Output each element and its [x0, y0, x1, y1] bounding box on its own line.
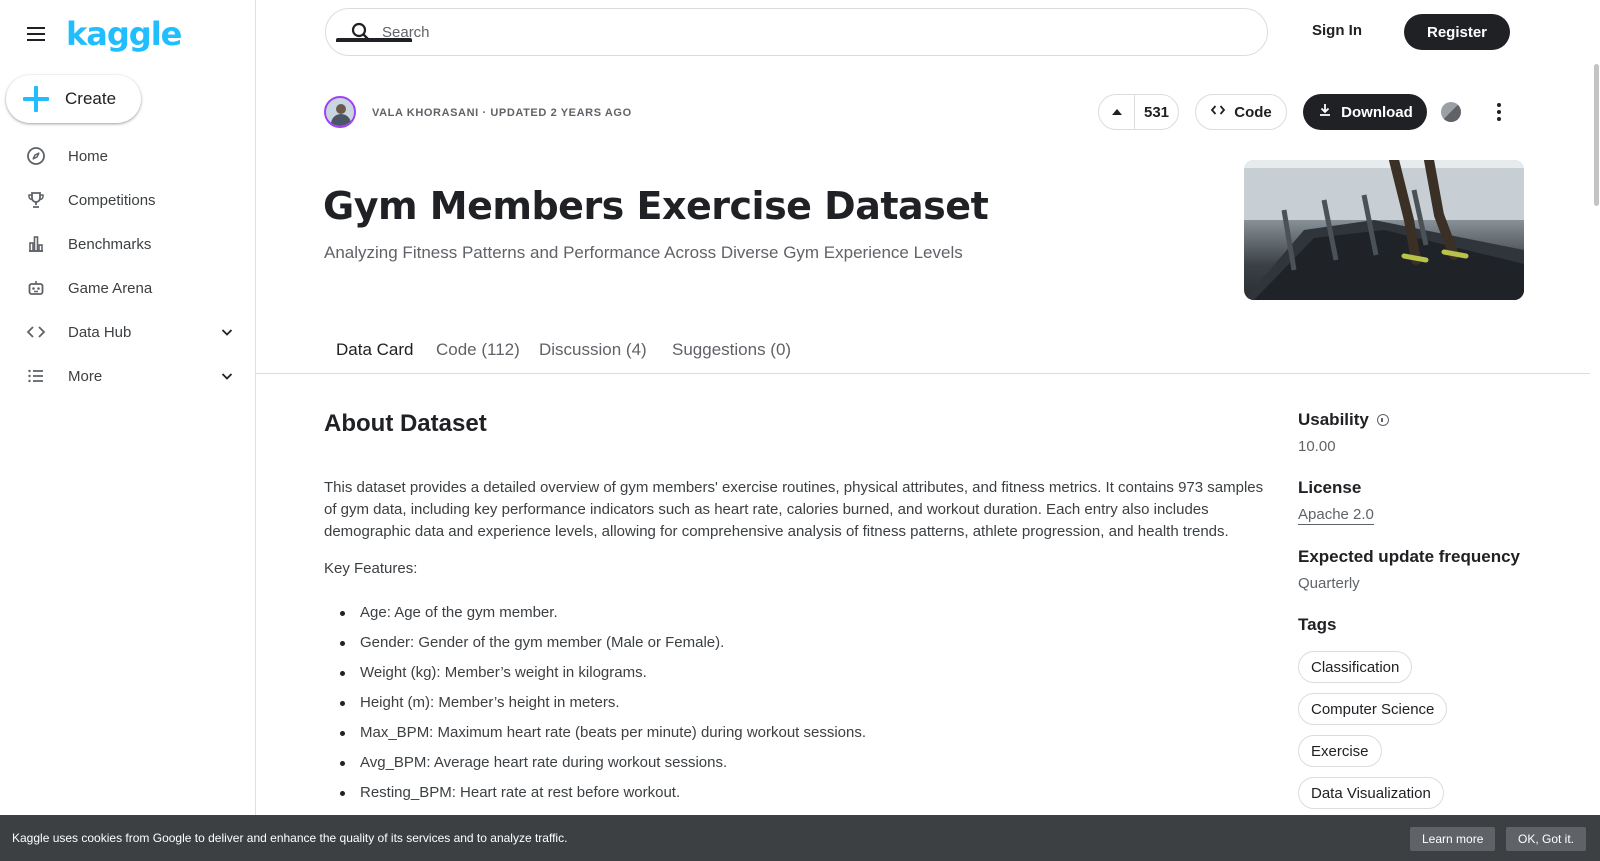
code-button-label: Code [1234, 103, 1272, 121]
tab-code[interactable]: Code (112) [436, 340, 520, 360]
learn-more-button[interactable]: Learn more [1410, 827, 1496, 851]
sidebar-item-more[interactable]: More [0, 354, 255, 398]
tag-chip[interactable]: Exercise [1298, 735, 1382, 767]
sidebar-header: kaggle [24, 14, 182, 54]
key-features-label: Key Features: [324, 560, 418, 577]
list-item: Resting_BPM: Heart rate at rest before w… [340, 784, 866, 814]
download-button[interactable]: Download [1303, 94, 1427, 130]
usability-section: Usability 10.00 [1298, 410, 1389, 455]
vote-count: 531 [1143, 103, 1170, 121]
license-section: License Apache 2.0 [1298, 478, 1374, 525]
sidebar-item-label: Benchmarks [68, 235, 152, 253]
code-button[interactable]: Code [1195, 94, 1287, 130]
search-input[interactable] [382, 23, 1182, 41]
tag-chip[interactable]: Data Visualization [1298, 777, 1444, 809]
info-icon[interactable] [1376, 414, 1389, 426]
chevron-down-icon[interactable] [219, 368, 235, 384]
license-label: License [1298, 478, 1362, 497]
tag-chip[interactable]: Classification [1298, 651, 1413, 683]
upvote-icon[interactable] [1099, 95, 1135, 129]
sidebar-item-competitions[interactable]: Competitions [0, 178, 255, 222]
ok-got-it-button[interactable]: OK, Got it. [1506, 827, 1587, 851]
bar-chart-icon [26, 234, 46, 254]
usability-label: Usability [1298, 410, 1369, 429]
chevron-down-icon[interactable] [219, 324, 235, 340]
list-item: Avg_BPM: Average heart rate during worko… [340, 754, 866, 784]
tags-label: Tags [1298, 615, 1337, 634]
list-icon [26, 366, 46, 386]
compass-icon [26, 146, 46, 166]
menu-icon[interactable] [24, 22, 48, 46]
sidebar-item-label: Game Arena [68, 279, 153, 297]
cookie-text: Kaggle uses cookies from Google to deliv… [12, 831, 568, 845]
update-frequency-section: Expected update frequency Quarterly [1298, 547, 1520, 592]
tab-bar: Data Card Code (112) Discussion (4) Sugg… [256, 330, 1590, 374]
about-heading: About Dataset [324, 410, 487, 437]
code-icon [1210, 102, 1226, 123]
sidebar-item-data-hub[interactable]: Data Hub [0, 310, 255, 354]
tab-discussion[interactable]: Discussion (4) [539, 340, 647, 360]
create-button[interactable]: Create [6, 75, 141, 123]
code-icon [26, 322, 46, 342]
sidebar-item-label: Data Hub [68, 323, 132, 341]
owner-updated-line[interactable]: VALA KHORASANI · UPDATED 2 YEARS AGO [372, 107, 632, 119]
license-link[interactable]: Apache 2.0 [1298, 506, 1374, 525]
avatar[interactable] [324, 96, 356, 128]
update-frequency-label: Expected update frequency [1298, 547, 1521, 566]
dataset-description: This dataset provides a detailed overvie… [324, 479, 1264, 540]
create-label: Create [65, 89, 117, 108]
more-vert-icon[interactable] [1496, 100, 1502, 124]
page-subtitle: Analyzing Fitness Patterns and Performan… [324, 243, 963, 262]
sidebar-item-game-arena[interactable]: Game Arena [0, 266, 255, 310]
list-item: Max_BPM: Maximum heart rate (beats per m… [340, 724, 866, 754]
sidebar-item-label: More [68, 367, 103, 385]
tab-suggestions[interactable]: Suggestions (0) [672, 340, 791, 360]
update-frequency-value: Quarterly [1298, 575, 1360, 592]
list-item: Weight (kg): Member’s weight in kilogram… [340, 664, 866, 694]
usability-value: 10.00 [1298, 438, 1336, 455]
tab-data-card[interactable]: Data Card [336, 340, 413, 360]
sidebar-item-label: Competitions [68, 191, 156, 209]
kaggle-logo[interactable]: kaggle [66, 18, 182, 50]
sidebar-item-label: Home [68, 147, 109, 165]
vote-widget: 531 [1098, 94, 1179, 130]
active-tab-indicator [336, 38, 412, 42]
page-title: Gym Members Exercise Dataset [323, 184, 989, 228]
register-button[interactable]: Register [1404, 14, 1510, 50]
sidebar: kaggle Create Home Competitions Benchmar… [0, 0, 256, 861]
sign-in-link[interactable]: Sign In [1312, 22, 1362, 39]
features-list: Age: Age of the gym member. Gender: Gend… [340, 604, 866, 814]
contrast-icon[interactable] [1441, 102, 1461, 122]
sidebar-item-benchmarks[interactable]: Benchmarks [0, 222, 255, 266]
sidebar-item-home[interactable]: Home [0, 134, 255, 178]
tag-chip[interactable]: Computer Science [1298, 693, 1448, 725]
cookie-banner: Kaggle uses cookies from Google to deliv… [0, 815, 1600, 861]
trophy-icon [26, 190, 46, 210]
download-button-label: Download [1341, 103, 1413, 121]
list-item: Gender: Gender of the gym member (Male o… [340, 634, 866, 664]
dataset-cover-image [1244, 160, 1524, 300]
list-item: Height (m): Member’s height in meters. [340, 694, 866, 724]
plus-icon [23, 86, 49, 112]
list-item: Age: Age of the gym member. [340, 604, 866, 634]
search-bar[interactable] [325, 8, 1268, 56]
download-icon [1317, 102, 1333, 123]
scrollbar-thumb[interactable] [1594, 64, 1599, 206]
robot-icon [26, 278, 46, 298]
sidebar-nav: Home Competitions Benchmarks Game Arena … [0, 134, 255, 398]
